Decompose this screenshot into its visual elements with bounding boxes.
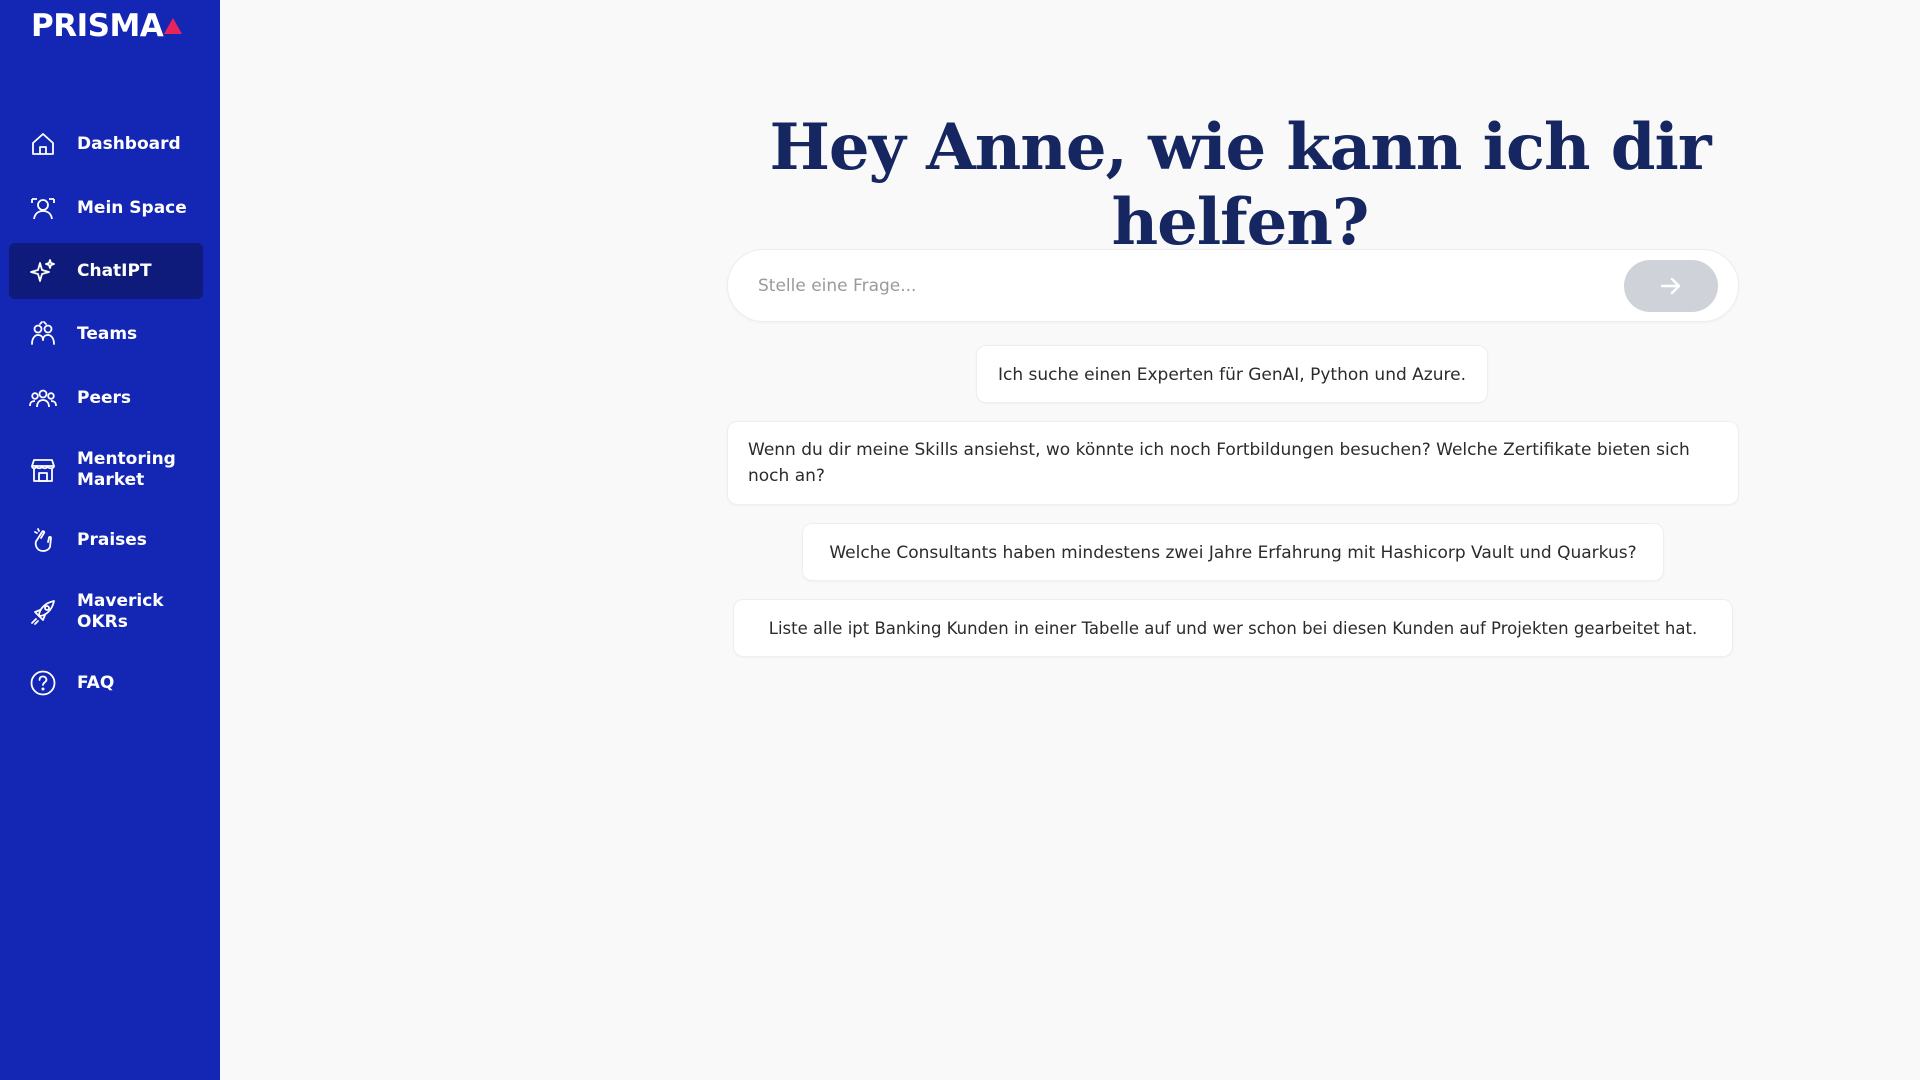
sidebar-item-label: Maverick OKRs [77,591,164,633]
praise-icon [29,526,57,554]
suggestion-text: Liste alle ipt Banking Kunden in einer T… [768,619,1698,638]
sidebar-item-teams[interactable]: Teams [9,306,203,362]
page-title: Hey Anne, wie kann ich dir helfen? [769,110,1711,260]
sidebar-item-label: Peers [77,387,132,408]
label-line: OKRs [77,612,128,632]
sidebar-item-label: ChatIPT [77,260,152,281]
sidebar-item-label: Teams [77,323,138,344]
suggestion-chip[interactable]: Liste alle ipt Banking Kunden in einer T… [733,599,1733,657]
sidebar-item-label: Mein Space [77,197,187,218]
sidebar-item-maverick-okrs[interactable]: Maverick OKRs [9,582,203,642]
send-button[interactable] [1624,260,1718,312]
chat-search-bar [727,249,1739,322]
suggestion-text: Ich suche einen Experten für GenAI, Pyth… [998,365,1466,385]
sidebar-item-dashboard[interactable]: Dashboard [9,116,203,172]
sidebar-item-label: Dashboard [77,133,181,154]
sidebar-item-chatipt[interactable]: ChatIPT [9,243,203,299]
sparkle-icon [29,257,57,285]
sidebar-item-mein-space[interactable]: Mein Space [9,180,203,236]
sidebar-item-mentoring-market[interactable]: Mentoring Market [9,440,203,500]
sidebar-item-faq[interactable]: FAQ [9,655,203,711]
prisma-logo[interactable]: PRISMA [31,8,164,44]
logo-triangle-icon [164,18,182,34]
sidebar-item-peers[interactable]: Peers [9,370,203,426]
label-line: Market [77,470,145,490]
suggestion-text: Wenn du dir meine Skills ansiehst, wo kö… [748,440,1690,486]
sidebar-item-praises[interactable]: Praises [9,512,203,568]
sidebar-item-label: FAQ [77,672,115,693]
suggestion-chip[interactable]: Ich suche einen Experten für GenAI, Pyth… [976,345,1488,403]
peers-icon [29,384,57,412]
question-input[interactable] [758,268,1608,304]
label-line: Maverick [77,591,164,611]
sidebar: PRISMA Dashboard Mein Space ChatIPT Team… [0,0,220,1080]
sidebar-item-label: Praises [77,529,147,550]
arrow-right-icon [1660,277,1681,295]
suggestion-text: Welche Consultants haben mindestens zwei… [829,543,1637,563]
sidebar-item-label: Mentoring Market [77,449,176,491]
label-line: Mentoring [77,449,176,469]
rocket-icon [29,598,57,626]
suggestion-chip[interactable]: Welche Consultants haben mindestens zwei… [802,523,1664,581]
help-circle-icon [29,669,57,697]
market-icon [29,456,57,484]
home-icon [29,130,57,158]
teams-icon [29,320,57,348]
person-space-icon [29,194,57,222]
suggestion-chip[interactable]: Wenn du dir meine Skills ansiehst, wo kö… [727,421,1739,505]
